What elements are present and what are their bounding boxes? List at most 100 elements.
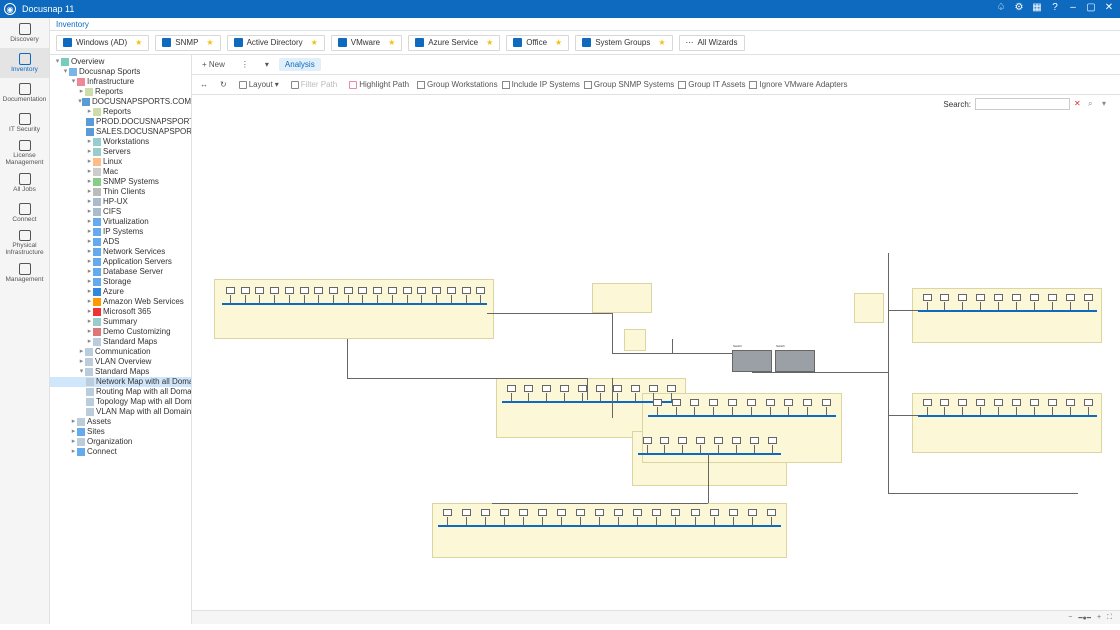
tree-twisty-icon[interactable]: ▸ — [86, 287, 93, 297]
chk-group-it-assets[interactable]: Group IT Assets — [678, 80, 745, 89]
network-segment[interactable] — [592, 283, 652, 313]
tree-twisty-icon[interactable]: ▸ — [70, 417, 77, 427]
scan-system-groups[interactable]: System Groups★ — [575, 35, 672, 51]
tree-twisty-icon[interactable]: ▸ — [78, 347, 85, 357]
tree-ip-systems[interactable]: ▸IP Systems — [50, 227, 191, 237]
tree-reports[interactable]: ▸Reports — [50, 107, 191, 117]
scan-all-wizards[interactable]: ⋯All Wizards — [679, 35, 745, 51]
zoom-out-icon[interactable]: − — [1068, 614, 1072, 621]
star-icon[interactable]: ★ — [486, 38, 493, 47]
tree-standard-maps[interactable]: ▸Standard Maps — [50, 337, 191, 347]
nav-discovery[interactable]: Discovery — [0, 18, 49, 48]
tree-twisty-icon[interactable]: ▸ — [86, 337, 93, 347]
tree-twisty-icon[interactable]: ▸ — [86, 107, 93, 117]
chk-group-snmp-systems[interactable]: Group SNMP Systems — [584, 80, 674, 89]
tree-twisty-icon[interactable]: ▸ — [86, 227, 93, 237]
tree-twisty-icon[interactable]: ▸ — [86, 307, 93, 317]
tree-twisty-icon[interactable]: ▸ — [70, 447, 77, 457]
star-icon[interactable]: ★ — [555, 38, 562, 47]
tree-twisty-icon[interactable]: ▸ — [78, 87, 85, 97]
tree-twisty-icon[interactable]: ▸ — [86, 247, 93, 257]
tree-hp-ux[interactable]: ▸HP-UX — [50, 197, 191, 207]
scan-vmware[interactable]: VMware★ — [331, 35, 403, 51]
map-back[interactable]: ↔ — [196, 77, 212, 92]
nav-physical[interactable]: PhysicalInfrastructure — [0, 228, 49, 258]
tree-twisty-icon[interactable]: ▸ — [86, 317, 93, 327]
tree-reports[interactable]: ▸Reports — [50, 87, 191, 97]
tree-twisty-icon[interactable]: ▸ — [86, 177, 93, 187]
search-icon[interactable]: ⌕ — [1088, 99, 1098, 109]
notify-icon[interactable]: ♤ — [994, 2, 1008, 16]
tree-twisty-icon[interactable]: ▸ — [86, 277, 93, 287]
tree-twisty-icon[interactable]: ▸ — [70, 427, 77, 437]
minimize-icon[interactable]: – — [1066, 2, 1080, 16]
clear-search-icon[interactable]: ✕ — [1074, 99, 1084, 109]
scan-windows-ad-[interactable]: Windows (AD)★ — [56, 35, 149, 51]
star-icon[interactable]: ★ — [135, 38, 142, 47]
star-icon[interactable]: ★ — [311, 38, 318, 47]
tree-demo-customizing[interactable]: ▸Demo Customizing — [50, 327, 191, 337]
tree-twisty-icon[interactable]: ▸ — [78, 357, 85, 367]
tree-sites[interactable]: ▸Sites — [50, 427, 191, 437]
tree-vlan-map-with-all-domains[interactable]: VLAN Map with all Domains — [50, 407, 191, 417]
tree-thin-clients[interactable]: ▸Thin Clients — [50, 187, 191, 197]
network-segment[interactable] — [854, 293, 884, 323]
tree-summary[interactable]: ▸Summary — [50, 317, 191, 327]
tree-ads[interactable]: ▸ADS — [50, 237, 191, 247]
map-refresh[interactable]: ↻ — [216, 77, 231, 92]
tree-amazon-web-services[interactable]: ▸Amazon Web Services — [50, 297, 191, 307]
scan-office[interactable]: Office★ — [506, 35, 569, 51]
tree-twisty-icon[interactable]: ▸ — [86, 207, 93, 217]
tree-twisty-icon[interactable]: ▾ — [78, 367, 85, 377]
settings-icon[interactable]: ⚙ — [1012, 2, 1026, 16]
tree-twisty-icon[interactable]: ▸ — [86, 187, 93, 197]
nav-documentation[interactable]: Documentation — [0, 78, 49, 108]
switch-device[interactable]: Switch — [775, 350, 815, 372]
tree-docusnap-sports[interactable]: ▾Docusnap Sports — [50, 67, 191, 77]
tree-twisty-icon[interactable]: ▸ — [86, 237, 93, 247]
tree-workstations[interactable]: ▸Workstations — [50, 137, 191, 147]
tree-twisty-icon[interactable]: ▾ — [62, 67, 69, 77]
tree-vlan-overview[interactable]: ▸VLAN Overview — [50, 357, 191, 367]
scan-snmp[interactable]: SNMP★ — [155, 35, 220, 51]
star-icon[interactable]: ★ — [206, 38, 213, 47]
tree-storage[interactable]: ▸Storage — [50, 277, 191, 287]
new-tab[interactable]: + New — [196, 58, 231, 71]
tree-network-map-with-all-domains[interactable]: Network Map with all Domains — [50, 377, 191, 387]
tree-docusnapsports-com[interactable]: ▾DOCUSNAPSPORTS.COM — [50, 97, 191, 107]
chk-include-ip-systems[interactable]: Include IP Systems — [502, 80, 580, 89]
tree-cifs[interactable]: ▸CIFS — [50, 207, 191, 217]
zoom-in-icon[interactable]: + — [1097, 614, 1101, 621]
tree-twisty-icon[interactable]: ▸ — [86, 157, 93, 167]
tree-twisty-icon[interactable]: ▸ — [86, 217, 93, 227]
tree-standard-maps[interactable]: ▾Standard Maps — [50, 367, 191, 377]
close-icon[interactable]: ✕ — [1102, 2, 1116, 16]
search-dropdown-icon[interactable]: ▾ — [1102, 99, 1112, 109]
maximize-icon[interactable]: ▢ — [1084, 2, 1098, 16]
tree-assets[interactable]: ▸Assets — [50, 417, 191, 427]
network-segment[interactable] — [624, 329, 646, 351]
tree-application-servers[interactable]: ▸Application Servers — [50, 257, 191, 267]
highlight-path[interactable]: Highlight Path — [345, 77, 413, 92]
tree-twisty-icon[interactable]: ▸ — [70, 437, 77, 447]
tree-sales-docusnapsports-com[interactable]: SALES.DOCUSNAPSPORTS.COM — [50, 127, 191, 137]
tree-twisty-icon[interactable]: ▸ — [86, 257, 93, 267]
tree-twisty-icon[interactable]: ▸ — [86, 167, 93, 177]
tree-communication[interactable]: ▸Communication — [50, 347, 191, 357]
tree-twisty-icon[interactable]: ▾ — [70, 77, 77, 87]
tree-prod-docusnapsports-com[interactable]: PROD.DOCUSNAPSPORTS.COM — [50, 117, 191, 127]
chk-ignore-vmware-adapters[interactable]: Ignore VMware Adapters — [749, 80, 847, 89]
tree-mac[interactable]: ▸Mac — [50, 167, 191, 177]
nav-management[interactable]: Management — [0, 258, 49, 288]
tree-infrastructure[interactable]: ▾Infrastructure — [50, 77, 191, 87]
tree-twisty-icon[interactable]: ▸ — [86, 267, 93, 277]
tree-network-services[interactable]: ▸Network Services — [50, 247, 191, 257]
nav-connect[interactable]: Connect — [0, 198, 49, 228]
tree-database-server[interactable]: ▸Database Server — [50, 267, 191, 277]
tree-twisty-icon[interactable]: ▾ — [54, 57, 61, 67]
help-icon[interactable]: ? — [1048, 2, 1062, 16]
zoom-slider[interactable]: ━●━ — [1078, 614, 1091, 622]
star-icon[interactable]: ★ — [658, 38, 665, 47]
filter-path[interactable]: Filter Path — [287, 77, 341, 92]
tools-icon[interactable]: ▦ — [1030, 2, 1044, 16]
